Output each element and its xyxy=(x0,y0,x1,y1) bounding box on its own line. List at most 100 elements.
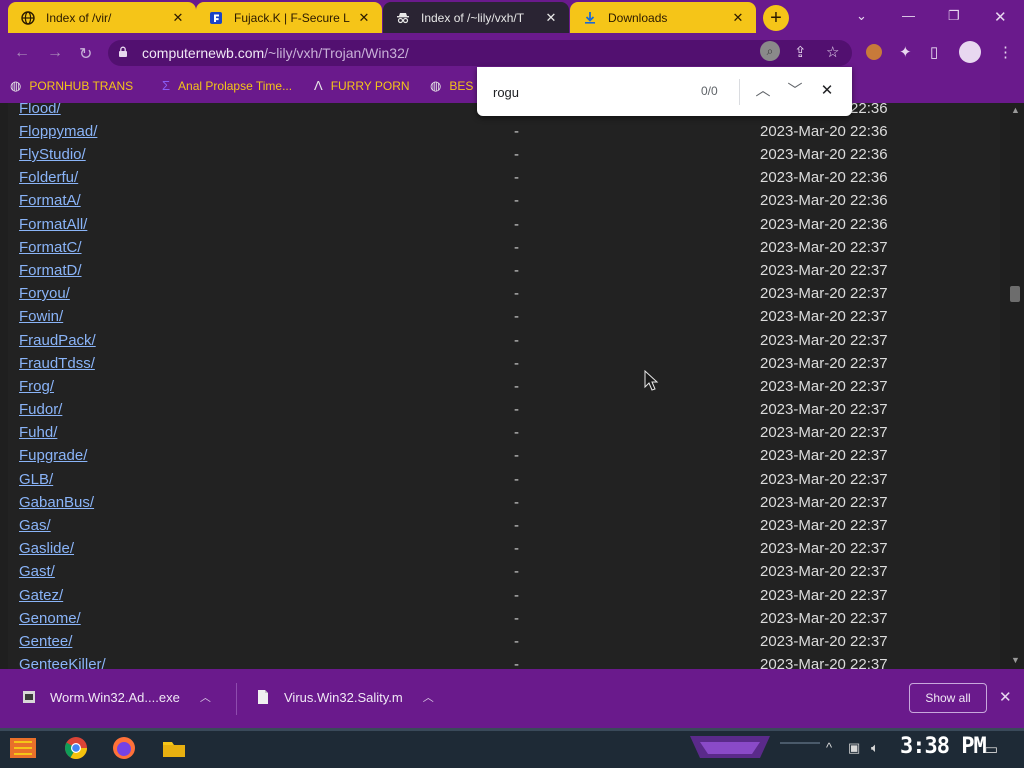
tab-close-icon[interactable]: ✕ xyxy=(543,10,559,26)
firefox-icon[interactable] xyxy=(110,734,138,762)
tab-close-icon[interactable]: ✕ xyxy=(356,10,372,26)
size-cell: - xyxy=(514,146,519,163)
f-secure-icon xyxy=(208,10,224,26)
tab-close-icon[interactable]: ✕ xyxy=(170,10,186,26)
address-bar[interactable]: computernewb.com/~lily/vxh/Trojan/Win32/ xyxy=(108,40,852,66)
dir-link[interactable]: FlyStudio/ xyxy=(19,146,86,163)
taskbar: ^ ▣ 🔈︎ 3:38 PM ▭ xyxy=(0,728,1024,768)
profile-avatar-icon[interactable] xyxy=(959,41,981,63)
dir-link[interactable]: FraudTdss/ xyxy=(19,355,95,372)
find-previous-icon[interactable]: ︿ xyxy=(752,80,774,102)
close-window-button[interactable]: ✕ xyxy=(994,8,1007,26)
tab-index-vir[interactable]: Index of /vir/ ✕ xyxy=(8,2,196,33)
dir-link[interactable]: Gentee/ xyxy=(19,633,72,650)
triangle-icon: Λ xyxy=(314,78,323,93)
dir-link[interactable]: Fowin/ xyxy=(19,308,63,325)
side-panel-icon[interactable]: ▯ xyxy=(930,43,938,61)
bookmark-item[interactable]: Σ Anal Prolapse Time... xyxy=(162,78,292,93)
volume-icon[interactable]: 🔈︎ xyxy=(871,740,879,756)
tab-index-lily[interactable]: Index of /~lily/vxh/T ✕ xyxy=(383,2,569,33)
bookmark-item[interactable]: ◍ BES xyxy=(430,78,473,94)
minimize-button[interactable]: — xyxy=(902,8,915,23)
date-cell: 2023-Mar-20 22:37 xyxy=(760,540,888,557)
restore-button[interactable]: ❐ xyxy=(948,8,960,24)
find-bar: 0/0 ︿ ﹀ ✕ xyxy=(477,67,852,116)
download-item[interactable]: Worm.Win32.Ad....exe ︿ xyxy=(22,689,211,705)
dir-link[interactable]: Gast/ xyxy=(19,563,55,580)
share-icon[interactable]: ⇪ xyxy=(794,43,807,61)
date-cell: 2023-Mar-20 22:37 xyxy=(760,517,888,534)
extension-avatar-icon[interactable] xyxy=(866,44,882,60)
scroll-up-icon[interactable]: ▲ xyxy=(1011,105,1020,115)
dir-link[interactable]: Genome/ xyxy=(19,610,81,627)
close-shelf-icon[interactable]: ✕ xyxy=(999,688,1012,706)
forward-arrow-icon[interactable]: → xyxy=(47,44,63,62)
dir-link[interactable]: FraudPack/ xyxy=(19,332,96,349)
tab-f-secure[interactable]: Fujack.K | F-Secure L ✕ xyxy=(196,2,382,33)
dir-link[interactable]: Foryou/ xyxy=(19,285,70,302)
extensions-puzzle-icon[interactable]: ✦ xyxy=(899,43,912,61)
dir-link[interactable]: Gaslide/ xyxy=(19,540,74,557)
reload-icon[interactable]: ↻ xyxy=(79,44,92,64)
date-cell: 2023-Mar-20 22:36 xyxy=(760,146,888,163)
back-arrow-icon[interactable]: ← xyxy=(14,44,30,62)
dir-link[interactable]: Folderfu/ xyxy=(19,169,78,186)
dir-link[interactable]: GenteeKiller/ xyxy=(19,656,106,669)
start-menu-icon[interactable] xyxy=(8,734,36,762)
date-cell: 2023-Mar-20 22:37 xyxy=(760,308,888,325)
show-all-button[interactable]: Show all xyxy=(909,683,987,713)
tab-search-chevron-icon[interactable]: ⌄ xyxy=(856,8,867,24)
chevron-up-icon[interactable]: ︿ xyxy=(200,689,211,705)
vertical-scrollbar[interactable]: ▲ ▼ xyxy=(1006,103,1024,669)
table-row: FlyStudio/ - 2023-Mar-20 22:36 xyxy=(8,146,1000,169)
tab-downloads[interactable]: Downloads ✕ xyxy=(570,2,756,33)
dir-link[interactable]: FormatC/ xyxy=(19,239,82,256)
dir-link[interactable]: FormatAll/ xyxy=(19,216,87,233)
table-row: Fuhd/ - 2023-Mar-20 22:37 xyxy=(8,424,1000,447)
chevron-up-icon[interactable]: ︿ xyxy=(423,689,434,705)
dir-link[interactable]: FormatD/ xyxy=(19,262,82,279)
lock-icon[interactable] xyxy=(118,46,134,61)
tab-close-icon[interactable]: ✕ xyxy=(730,10,746,26)
dir-link[interactable]: Fupgrade/ xyxy=(19,447,87,464)
find-next-icon[interactable]: ﹀ xyxy=(784,80,806,102)
chrome-icon[interactable] xyxy=(62,734,90,762)
find-match-count: 0/0 xyxy=(701,84,718,98)
dir-link[interactable]: Fudor/ xyxy=(19,401,62,418)
find-close-icon[interactable]: ✕ xyxy=(816,80,838,102)
new-tab-button[interactable]: + xyxy=(763,5,789,31)
dir-link[interactable]: GabanBus/ xyxy=(19,494,94,511)
find-input[interactable] xyxy=(491,81,685,103)
scroll-thumb[interactable] xyxy=(1010,286,1020,302)
taskbar-clock[interactable]: 3:38 PM xyxy=(900,734,987,759)
dir-link[interactable]: FormatA/ xyxy=(19,192,81,209)
dir-link[interactable]: Floppymad/ xyxy=(19,123,97,140)
bookmark-item[interactable]: ◍ PORNHUB TRANS xyxy=(10,78,133,94)
date-cell: 2023-Mar-20 22:37 xyxy=(760,401,888,418)
bookmark-item[interactable]: Λ FURRY PORN xyxy=(314,78,410,93)
tray-chevron-icon[interactable]: ^ xyxy=(826,740,832,755)
download-item[interactable]: Virus.Win32.Sality.m ︿ xyxy=(256,689,434,705)
table-row: Fudor/ - 2023-Mar-20 22:37 xyxy=(8,401,1000,424)
table-row: GenteeKiller/ - 2023-Mar-20 22:37 xyxy=(8,656,1000,669)
dir-link[interactable]: Fuhd/ xyxy=(19,424,57,441)
date-cell: 2023-Mar-20 22:37 xyxy=(760,494,888,511)
network-icon[interactable]: ▣ xyxy=(848,740,860,756)
notification-icon[interactable]: ▭ xyxy=(984,740,998,758)
dir-link[interactable]: Gatez/ xyxy=(19,587,63,604)
dir-link[interactable]: GLB/ xyxy=(19,471,53,488)
dir-link[interactable]: Flood/ xyxy=(19,103,61,117)
bookmark-label: BES xyxy=(449,79,474,93)
table-row: FormatAll/ - 2023-Mar-20 22:36 xyxy=(8,216,1000,239)
dir-link[interactable]: Frog/ xyxy=(19,378,54,395)
zoom-lens-icon[interactable]: ⌕ xyxy=(760,41,780,61)
exe-file-icon xyxy=(22,689,36,705)
dir-link[interactable]: Gas/ xyxy=(19,517,51,534)
scroll-down-icon[interactable]: ▼ xyxy=(1011,655,1020,665)
file-explorer-icon[interactable] xyxy=(160,734,188,762)
directory-listing: Flood/ - 2023-Mar-20 22:36 Floppymad/ - 2023… xyxy=(8,103,1000,669)
bookmark-star-icon[interactable]: ☆ xyxy=(826,43,839,61)
menu-kebab-icon[interactable]: ⋮ xyxy=(998,43,1013,61)
date-cell: 2023-Mar-20 22:37 xyxy=(760,563,888,580)
table-row: Folderfu/ - 2023-Mar-20 22:36 xyxy=(8,169,1000,192)
